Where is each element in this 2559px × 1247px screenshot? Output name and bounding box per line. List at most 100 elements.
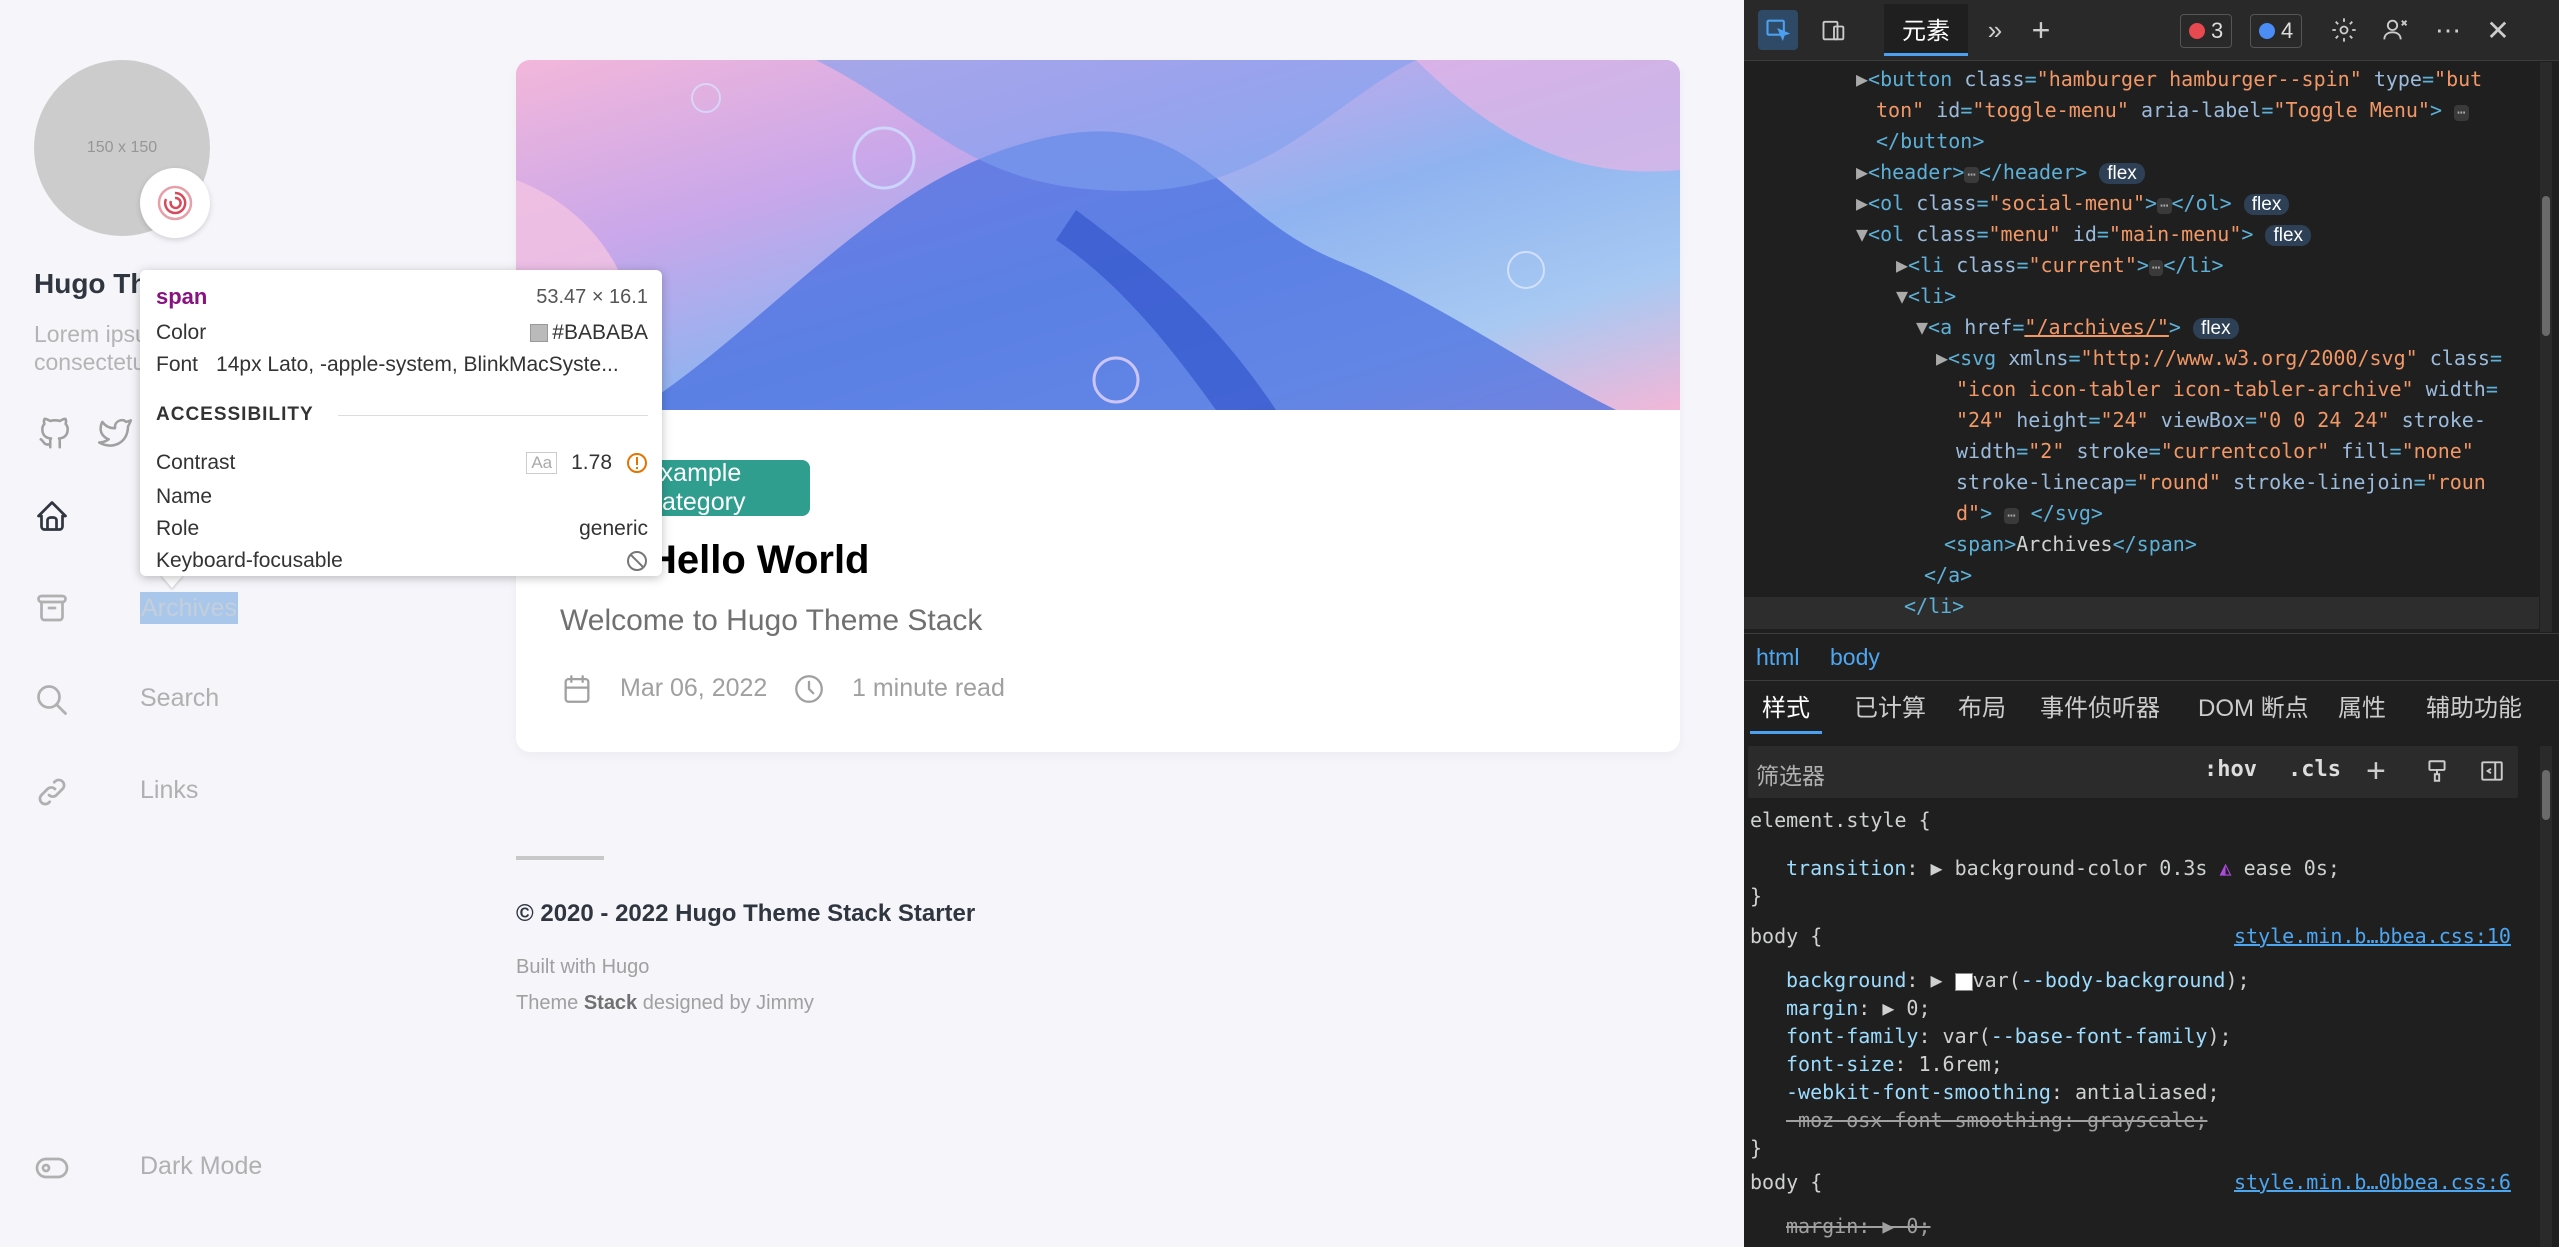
sidebar-toggle-icon[interactable] (2478, 758, 2506, 784)
color-swatch[interactable] (1954, 972, 1973, 991)
css-declaration-overridden[interactable]: margin: ▶ 0; (1786, 1212, 1931, 1240)
error-badge[interactable]: 3 (2180, 14, 2233, 48)
cover-image[interactable] (516, 60, 1680, 410)
css-declaration-overridden[interactable]: -moz-osx-font-smoothing: grayscale; (1786, 1106, 2207, 1134)
add-tab-icon[interactable]: + (2026, 10, 2056, 50)
menu-label-links[interactable]: Links (140, 776, 198, 805)
dark-mode-toggle[interactable] (34, 1148, 70, 1188)
message-badge[interactable]: 4 (2250, 14, 2303, 48)
dom-line[interactable]: ▼<li> (1896, 281, 1956, 312)
css-brace: } (1750, 884, 1763, 908)
clock-icon (795, 675, 823, 703)
color-swatch (530, 324, 549, 343)
dom-line[interactable]: ▼<a href="/archives/"> flex (1916, 312, 2239, 343)
new-rule-icon[interactable]: + (2366, 752, 2386, 791)
menu-item-home[interactable] (34, 496, 70, 536)
theme-name-link[interactable]: Stack (584, 992, 637, 1014)
dom-line[interactable]: </button> (1876, 126, 1984, 157)
dom-tree[interactable]: ▶<button class="hamburger hamburger--spi… (1744, 62, 2539, 632)
inspect-button[interactable] (1758, 10, 1798, 50)
dom-line[interactable]: ▶<li class="current"> ⋯ </li> (1896, 250, 2224, 281)
post-title[interactable]: Hello World (648, 538, 869, 583)
more-options-icon[interactable]: ⋯ (2430, 10, 2466, 50)
dom-line[interactable]: ▼<ol class="menu" id="main-menu"> flex (1856, 219, 2312, 250)
css-source-link[interactable]: style.min.b…bbea.css:10 (2234, 922, 2511, 950)
contrast-sample: Aa (526, 452, 558, 474)
tab-elements[interactable]: 元素 (1884, 4, 1968, 56)
error-icon (2189, 23, 2205, 39)
css-selector: element.style { (1750, 808, 1931, 832)
settings-button[interactable] (2326, 10, 2362, 50)
home-icon (37, 501, 67, 531)
paint-icon[interactable] (2424, 758, 2450, 784)
menu-label-search[interactable]: Search (140, 684, 219, 713)
css-declaration[interactable]: transition: ▶ background-color 0.3s ◭ ea… (1786, 854, 2340, 882)
menu-item-links[interactable] (34, 772, 70, 812)
styles-pane[interactable]: element.style { transition: ▶ background… (1744, 802, 2544, 1247)
tab-dom-breakpoints[interactable]: DOM 断点 (2198, 684, 2309, 734)
dom-line[interactable]: "icon icon-tabler icon-tabler-archive" w… (1956, 374, 2498, 405)
dom-line[interactable]: </a> (1924, 560, 1972, 591)
css-declaration[interactable]: -webkit-font-smoothing: antialiased; (1786, 1078, 2219, 1106)
dom-line[interactable]: "24" height="24" viewBox="0 0 24 24" str… (1956, 405, 2486, 436)
css-declaration[interactable]: font-size: 1.6rem; (1786, 1050, 2003, 1078)
styles-scrollbar[interactable] (2540, 746, 2552, 1247)
dom-line[interactable]: width="2" stroke="currentcolor" fill="no… (1956, 436, 2474, 467)
css-link-text[interactable]: style.min.b…0bbea.css:6 (2234, 1170, 2511, 1194)
tab-event-listeners[interactable]: 事件侦听器 (2040, 684, 2160, 734)
breadcrumb-html[interactable]: html (1756, 644, 1799, 671)
tooltip-contrast-row: Contrast Aa 1.78 (156, 448, 648, 478)
dom-line[interactable]: ton" id="toggle-menu" aria-label="Toggle… (1876, 95, 2469, 126)
close-icon[interactable]: ✕ (2480, 10, 2516, 50)
inspect-icon (1766, 19, 1791, 42)
device-icon (1822, 20, 1845, 41)
menu-item-archives[interactable] (34, 588, 70, 628)
device-toolbar-button[interactable] (1814, 10, 1854, 50)
toggle-icon (35, 1157, 69, 1179)
tooltip-section-title: ACCESSIBILITY (156, 404, 314, 425)
breadcrumb-body[interactable]: body (1830, 644, 1880, 671)
cls-button[interactable]: .cls (2288, 757, 2341, 782)
feedback-button[interactable] (2378, 10, 2414, 50)
dom-line[interactable]: d"> ⋯ </svg> (1956, 498, 2103, 529)
dark-mode-label[interactable]: Dark Mode (140, 1152, 262, 1181)
dom-line[interactable]: stroke-linecap="round" stroke-linejoin="… (1956, 467, 2486, 498)
hov-button[interactable]: :hov (2204, 757, 2257, 782)
dom-scrollbar[interactable] (2540, 62, 2552, 632)
twitter-icon[interactable] (96, 414, 134, 452)
css-source-link[interactable]: style.min.b…0bbea.css:6 (2234, 1168, 2511, 1196)
menu-label-archives[interactable]: Archives (140, 592, 238, 624)
css-selector: body { (1750, 924, 1823, 948)
tab-layout[interactable]: 布局 (1958, 684, 2006, 734)
emoji-badge (140, 168, 210, 238)
tooltip-role-value: generic (579, 517, 648, 540)
tab-styles[interactable]: 样式 (1750, 684, 1822, 734)
tab-computed[interactable]: 已计算 (1854, 684, 1926, 734)
built-with-link[interactable]: Built with Hugo (516, 956, 649, 978)
dom-line[interactable]: </li> (1904, 591, 1964, 622)
theme-credit: Theme Stack designed by Jimmy (516, 992, 814, 1015)
tooltip-tag: span (156, 284, 208, 309)
github-icon[interactable] (36, 414, 74, 452)
dom-line[interactable]: ▶<svg xmlns="http://www.w3.org/2000/svg"… (1936, 343, 2502, 374)
dom-line-selected[interactable]: <span>Archives</span> (1944, 529, 2197, 560)
site-description-line-2: consectetur (34, 349, 142, 375)
article-card[interactable] (516, 60, 1680, 752)
styles-scrollbar-thumb[interactable] (2542, 770, 2550, 820)
site-description: Lorem ipsum consectetur (34, 320, 142, 376)
tooltip-header: span 53.47 × 16.1 (156, 282, 648, 312)
css-declaration[interactable]: margin: ▶ 0; (1786, 994, 1931, 1022)
tab-accessibility[interactable]: 辅助功能 (2426, 684, 2522, 734)
css-declaration[interactable]: font-family: var(--base-font-family); (1786, 1022, 2232, 1050)
css-declaration[interactable]: background: ▶ var(--body-background); (1786, 966, 2250, 994)
css-link-text[interactable]: style.min.b…bbea.css:10 (2234, 924, 2511, 948)
dom-line[interactable]: ▶<ol class="social-menu"> ⋯ </ol> flex (1856, 188, 2290, 219)
tooltip-font-row: Font 14px Lato, -apple-system, BlinkMacS… (156, 350, 648, 380)
dom-line[interactable]: ▶<header> ⋯ </header> flex (1856, 157, 2145, 188)
more-tabs-icon[interactable]: » (1980, 10, 2010, 50)
menu-item-search[interactable] (34, 680, 70, 720)
dom-scrollbar-thumb[interactable] (2542, 196, 2550, 336)
filter-input[interactable]: 筛选器 (1756, 757, 1825, 791)
tab-properties[interactable]: 属性 (2338, 684, 2386, 734)
dom-line[interactable]: ▶<button class="hamburger hamburger--spi… (1856, 64, 2482, 95)
